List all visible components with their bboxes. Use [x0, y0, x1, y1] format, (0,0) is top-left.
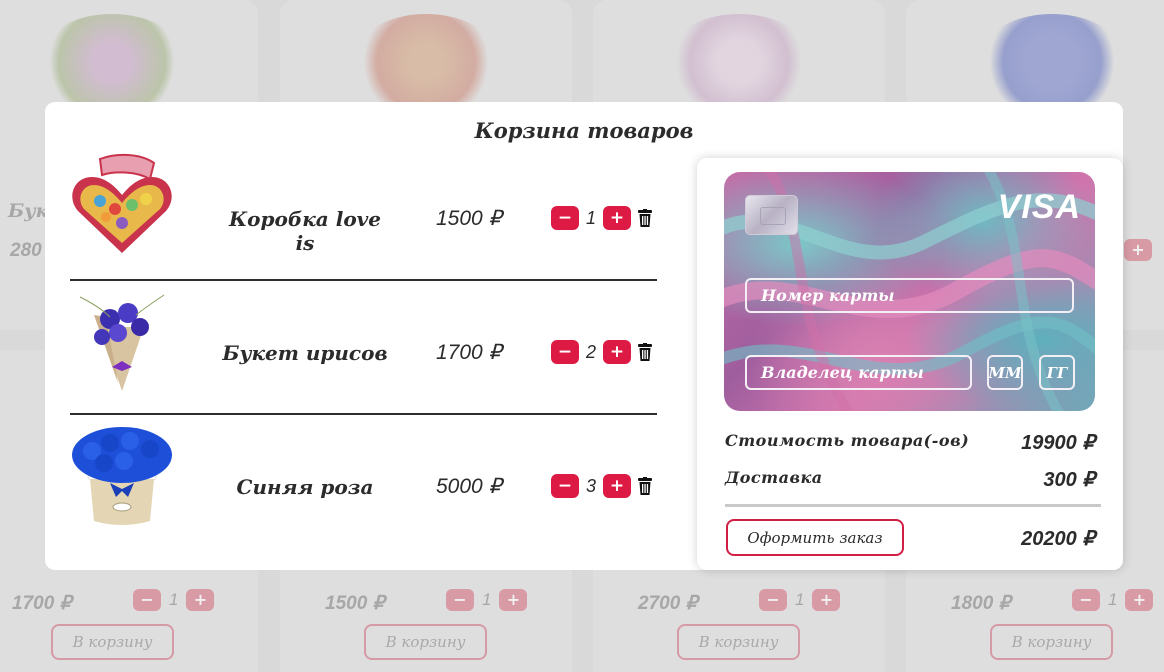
trash-icon[interactable] — [638, 209, 652, 227]
cart-item: Коробка love is 1500 ₽ − 1 + — [70, 147, 657, 281]
bouquet-image — [351, 14, 501, 110]
expiry-year-field[interactable]: ГГ — [1039, 355, 1075, 390]
modal-title: Корзина товаров — [474, 118, 694, 143]
increment-button[interactable]: + — [1125, 589, 1154, 611]
product-price: 280 — [10, 240, 42, 261]
quantity-value: 1 — [795, 590, 805, 609]
increment-button[interactable]: + — [603, 206, 631, 230]
place-order-button[interactable]: Оформить заказ — [726, 519, 904, 556]
decrement-button[interactable]: − — [1072, 589, 1100, 611]
iris-bouquet-image — [79, 294, 165, 391]
decrement-button[interactable]: − — [133, 589, 161, 611]
goods-cost-label: Стоимость товара(-ов) — [725, 431, 970, 450]
add-to-cart-button[interactable]: В корзину — [364, 624, 487, 660]
add-to-cart-button[interactable]: В корзину — [990, 624, 1113, 660]
increment-button[interactable]: + — [499, 589, 528, 611]
quantity-value: 1 — [482, 590, 492, 609]
goods-cost-value: 19900 ₽ — [1021, 432, 1095, 454]
item-name: Коробка love is — [228, 207, 382, 255]
blue-rose-box-image — [72, 427, 172, 525]
quantity-stepper[interactable]: − 1 + — [446, 589, 528, 611]
card-chip-icon — [745, 195, 798, 235]
delivery-label: Доставка — [725, 468, 823, 487]
cart-item: Букет ирисов 1700 ₽ − 2 + — [70, 281, 657, 415]
decrement-button[interactable]: − — [759, 589, 787, 611]
increment-button[interactable]: + — [186, 589, 215, 611]
bouquet-image — [664, 14, 814, 110]
cart-item: Синяя роза 5000 ₽ − 3 + — [70, 415, 657, 549]
item-price: 5000 ₽ — [436, 475, 502, 498]
trash-icon[interactable] — [638, 343, 652, 361]
decrement-button[interactable]: − — [551, 474, 579, 498]
summary-divider — [725, 504, 1101, 507]
increment-button[interactable]: + — [603, 474, 631, 498]
quantity-value: 1 — [585, 208, 596, 228]
total-value: 20200 ₽ — [1021, 528, 1095, 550]
payment-panel: VISA Номер карты Владелец карты ММ ГГ Ст… — [697, 158, 1123, 570]
item-price: 1700 ₽ — [436, 341, 502, 364]
product-price: 1800 ₽ — [951, 593, 1011, 614]
decrement-button[interactable]: − — [446, 589, 474, 611]
increment-button[interactable]: + — [812, 589, 841, 611]
quantity-value: 2 — [585, 342, 596, 362]
quantity-stepper[interactable]: − 1 + — [133, 589, 215, 611]
increment-button[interactable]: + — [603, 340, 631, 364]
trash-icon[interactable] — [638, 477, 652, 495]
bouquet-image — [37, 14, 187, 110]
quantity-value: 1 — [1108, 590, 1118, 609]
card-holder-field[interactable]: Владелец карты — [745, 355, 972, 390]
item-price: 1500 ₽ — [436, 207, 502, 230]
item-name: Букет ирисов — [222, 341, 388, 365]
product-price: 2700 ₽ — [638, 593, 698, 614]
add-to-cart-button[interactable]: В корзину — [51, 624, 174, 660]
quantity-value: 1 — [169, 590, 179, 609]
delivery-value: 300 ₽ — [1043, 469, 1095, 491]
product-price: 1700 ₽ — [12, 593, 72, 614]
card-number-field[interactable]: Номер карты — [745, 278, 1074, 313]
decrement-button[interactable]: − — [551, 206, 579, 230]
candy-heart-box-image — [72, 153, 172, 253]
decrement-button[interactable]: − — [551, 340, 579, 364]
visa-logo: VISA — [997, 188, 1081, 226]
quantity-stepper[interactable]: − 1 + — [759, 589, 841, 611]
credit-card: VISA Номер карты Владелец карты ММ ГГ — [724, 172, 1095, 411]
add-to-cart-button[interactable]: В корзину — [677, 624, 800, 660]
quantity-stepper[interactable]: − 1 + — [1072, 589, 1154, 611]
quantity-value: 3 — [585, 476, 596, 496]
increment-button[interactable]: + — [1124, 239, 1152, 261]
product-price: 1500 ₽ — [325, 593, 385, 614]
item-name: Синяя роза — [236, 475, 374, 499]
bouquet-image — [977, 14, 1127, 110]
expiry-month-field[interactable]: ММ — [987, 355, 1023, 390]
